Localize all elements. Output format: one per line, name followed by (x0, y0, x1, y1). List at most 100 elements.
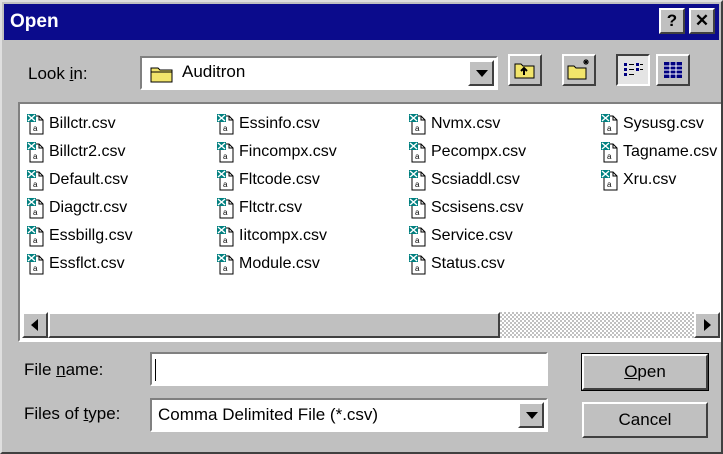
csv-file-icon: a (409, 226, 426, 247)
svg-text:a: a (415, 124, 420, 133)
file-item[interactable]: a Essbillg.csv (26, 222, 133, 250)
file-name-text: Scsiaddl.csv (431, 171, 520, 188)
up-one-level-icon (514, 63, 535, 79)
file-name-text: Essflct.csv (49, 255, 125, 272)
file-item[interactable]: a Fltcode.csv (216, 166, 337, 194)
file-item[interactable]: a Billctr.csv (26, 110, 133, 138)
file-item[interactable]: a Nvmx.csv (408, 110, 526, 138)
csv-file-icon: a (27, 226, 44, 247)
csv-file-icon: a (409, 142, 426, 163)
file-name-text: Diagctr.csv (49, 199, 128, 216)
svg-text:a: a (415, 236, 420, 245)
files-of-type-dropdown-arrow[interactable] (518, 402, 544, 428)
csv-file-icon: a (409, 170, 426, 191)
file-item[interactable]: a Fincompx.csv (216, 138, 337, 166)
svg-text:a: a (415, 264, 420, 273)
file-name-text: Sysusg.csv (623, 115, 704, 132)
look-in-value: Auditron (182, 62, 246, 81)
svg-text:a: a (33, 124, 38, 133)
csv-file-icon: a (601, 170, 618, 191)
file-item[interactable]: a Essinfo.csv (216, 110, 337, 138)
csv-file-icon: a (217, 226, 234, 247)
svg-text:a: a (223, 264, 228, 273)
svg-text:a: a (33, 264, 38, 273)
csv-file-icon: a (217, 142, 234, 163)
file-name-text: Xru.csv (623, 171, 677, 188)
details-view-button[interactable] (656, 54, 690, 86)
look-in-combobox[interactable]: Auditron (140, 56, 498, 90)
file-name-text: Fltctr.csv (239, 199, 303, 216)
svg-text:a: a (415, 208, 420, 217)
file-name-text: Fincompx.csv (239, 143, 337, 160)
svg-text:a: a (415, 152, 420, 161)
open-button[interactable]: Open (581, 353, 709, 391)
csv-file-icon: a (27, 170, 44, 191)
svg-text:a: a (223, 236, 228, 245)
svg-text:a: a (607, 124, 612, 133)
file-name-text: Pecompx.csv (431, 143, 527, 160)
up-one-level-button[interactable] (508, 54, 542, 86)
file-item[interactable]: a Billctr2.csv (26, 138, 133, 166)
files-of-type-combobox[interactable]: Comma Delimited File (*.csv) (150, 398, 548, 432)
file-name-text: Status.csv (431, 255, 505, 272)
file-item[interactable]: a Scsiaddl.csv (408, 166, 526, 194)
look-in-label: Look in: (28, 64, 88, 83)
help-button[interactable]: ? (659, 8, 685, 34)
svg-text:a: a (223, 208, 228, 217)
csv-file-icon: a (217, 254, 234, 275)
file-name-text: Essinfo.csv (239, 115, 320, 132)
svg-text:a: a (33, 208, 38, 217)
file-column-4: a Sysusg.csv a Tagname.csv a Xru.csv (600, 110, 717, 194)
file-item[interactable]: a Tagname.csv (600, 138, 717, 166)
svg-text:a: a (33, 180, 38, 189)
look-in-dropdown-arrow[interactable] (468, 60, 494, 86)
scroll-thumb[interactable] (48, 312, 500, 338)
csv-file-icon: a (409, 198, 426, 219)
files-of-type-label: Files of type: (24, 404, 121, 423)
scroll-right-button[interactable] (694, 312, 720, 338)
file-item[interactable]: a Sysusg.csv (600, 110, 717, 138)
file-item[interactable]: a Essflct.csv (26, 250, 133, 278)
file-list[interactable]: a Billctr.csv a Billctr2.csv a Default.csv a Di… (18, 102, 721, 342)
list-view-button[interactable] (616, 54, 650, 86)
file-name-text: Service.csv (431, 227, 513, 244)
file-column-1: a Billctr.csv a Billctr2.csv a Default.csv a Di… (26, 110, 133, 278)
file-item[interactable]: a Default.csv (26, 166, 133, 194)
file-name-text: Tagname.csv (623, 143, 718, 160)
open-file-dialog: Open ? ✕ Look in: Auditron a Billctr.csv… (0, 0, 723, 454)
create-new-folder-button[interactable] (562, 54, 596, 86)
file-item[interactable]: a Service.csv (408, 222, 526, 250)
file-name-input[interactable] (150, 352, 548, 386)
file-item[interactable]: a Diagctr.csv (26, 194, 133, 222)
file-item[interactable]: a Pecompx.csv (408, 138, 526, 166)
csv-file-icon: a (601, 142, 618, 163)
file-name-text: Essbillg.csv (49, 227, 133, 244)
csv-file-icon: a (409, 114, 426, 135)
horizontal-scrollbar[interactable] (22, 312, 720, 338)
file-item[interactable]: a Xru.csv (600, 166, 717, 194)
close-button[interactable]: ✕ (689, 8, 715, 34)
svg-text:a: a (223, 180, 228, 189)
file-name-text: Billctr2.csv (49, 143, 126, 160)
details-view-icon (664, 62, 682, 78)
scroll-track[interactable] (48, 312, 694, 338)
csv-file-icon: a (27, 142, 44, 163)
files-of-type-value: Comma Delimited File (*.csv) (158, 405, 379, 424)
file-name-text: Module.csv (239, 255, 320, 272)
list-view-icon (624, 63, 643, 76)
create-new-folder-icon (567, 59, 589, 80)
file-item[interactable]: a Status.csv (408, 250, 526, 278)
scroll-left-button[interactable] (22, 312, 48, 338)
csv-file-icon: a (601, 114, 618, 135)
file-item[interactable]: a Module.csv (216, 250, 337, 278)
file-item[interactable]: a Iitcompx.csv (216, 222, 337, 250)
cancel-button[interactable]: Cancel (582, 402, 708, 438)
csv-file-icon: a (409, 254, 426, 275)
text-cursor (155, 359, 156, 381)
file-name-text: Default.csv (49, 171, 129, 188)
svg-text:a: a (223, 124, 228, 133)
svg-text:a: a (415, 180, 420, 189)
file-item[interactable]: a Scsisens.csv (408, 194, 526, 222)
title-bar[interactable]: Open ? ✕ (4, 4, 719, 40)
file-item[interactable]: a Fltctr.csv (216, 194, 337, 222)
